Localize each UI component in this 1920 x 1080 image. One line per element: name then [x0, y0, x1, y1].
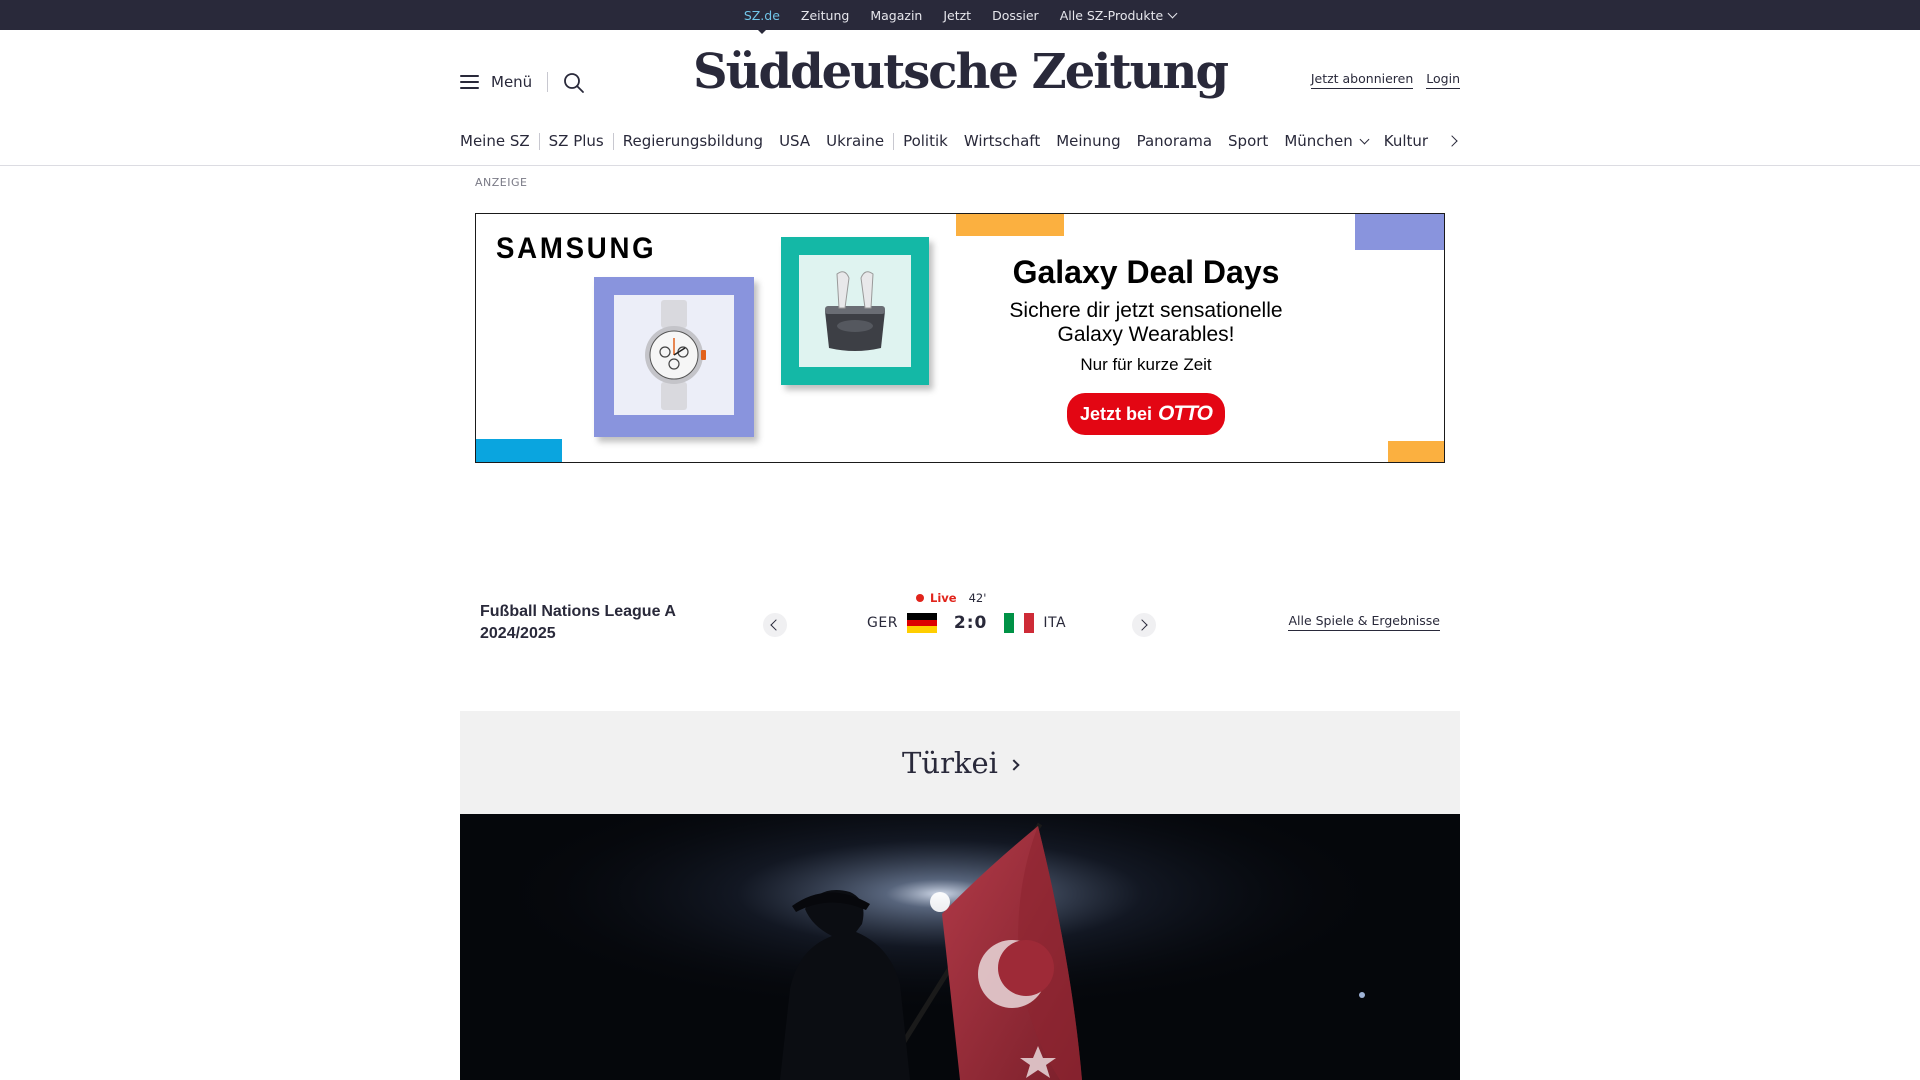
nav-item-regierungsbildung[interactable]: Regierungsbildung [623, 132, 763, 150]
hero-photo-turkish-flag-silhouette [460, 814, 1460, 1080]
product-link-label: Alle SZ-Produkte [1059, 7, 1164, 23]
nav-item-sz-plus[interactable]: SZ Plus [549, 132, 604, 150]
ad-deco-block [476, 439, 562, 462]
nav-item-kultur[interactable]: Kultur [1384, 132, 1428, 150]
league-name: Fußball Nations League A [480, 603, 676, 620]
ad-watch-frame [594, 277, 754, 437]
ad-subtitle-line: Galaxy Wearables! [1057, 323, 1235, 347]
italy-flag-icon [1004, 613, 1035, 633]
away-team: ITA [1043, 615, 1067, 631]
nav-divider [893, 132, 895, 150]
chevron-down-icon [1359, 134, 1370, 144]
ad-copy: Galaxy Deal Days Sichere dir jetzt sensa… [946, 254, 1346, 436]
nav-item-wirtschaft[interactable]: Wirtschaft [964, 132, 1040, 150]
site-header: Menü Süddeutsche Zeitung Jetzt abonniere… [460, 30, 1460, 135]
hero-image[interactable] [460, 814, 1460, 1080]
nav-item-meinung[interactable]: Meinung [1056, 132, 1120, 150]
ad-subtitle: Sichere dir jetzt sensationelle Galaxy W… [946, 299, 1346, 347]
earbuds-icon [825, 271, 885, 351]
product-bar: SZ.de Zeitung Magazin Jetzt Dossier Alle… [0, 0, 1920, 34]
samsung-ad-banner[interactable]: SAMSUNG Galaxy Deal Days Sichere dir jet… [475, 213, 1445, 463]
ad-cta-label: Jetzt bei [1080, 403, 1153, 424]
product-link-zeitung[interactable]: Zeitung [801, 8, 849, 23]
ad-title: Galaxy Deal Days [1012, 254, 1280, 290]
germany-flag-icon [906, 613, 937, 634]
nav-item-muenchen[interactable]: München [1284, 132, 1370, 150]
account-links: Jetzt abonnieren Login [1310, 71, 1460, 89]
live-indicator: Live 42' [916, 591, 986, 605]
site-logo-text: Süddeutsche Zeitung [692, 44, 1229, 100]
product-link-magazin[interactable]: Magazin [870, 8, 922, 23]
section-nav: Meine SZ SZ Plus Regierungsbildung USA U… [460, 128, 1460, 154]
product-link-alle-produkte[interactable]: Alle SZ-Produkte [1059, 7, 1178, 23]
nav-item-sport[interactable]: Sport [1228, 132, 1268, 150]
all-games-link[interactable]: Alle Spiele & Ergebnisse [1288, 613, 1440, 631]
ticker-next-chevron-right-icon[interactable] [1132, 613, 1156, 637]
ad-earbuds-frame [781, 237, 929, 385]
header-rule [0, 165, 1920, 166]
home-team: GER [867, 615, 898, 631]
login-link[interactable]: Login [1426, 71, 1460, 89]
smartwatch-icon [645, 300, 706, 410]
nav-item-politik[interactable]: Politik [903, 132, 948, 150]
ad-cta-button[interactable]: Jetzt bei OTTO [1067, 393, 1225, 436]
match-ticker: Fußball Nations League A 2024/2025 Live … [460, 585, 1460, 655]
nav-item-label: München [1284, 132, 1353, 150]
ticker-prev-chevron-left-icon[interactable] [763, 613, 787, 637]
league-title: Fußball Nations League A 2024/2025 [480, 601, 676, 645]
ad-deco-block [956, 214, 1064, 236]
nav-scroll-right-chevron-icon[interactable] [1446, 134, 1460, 148]
product-link-sz-de[interactable]: SZ.de [744, 8, 780, 34]
match-score: 2:0 [953, 613, 988, 633]
nav-item-usa[interactable]: USA [779, 132, 810, 150]
ad-deco-block [1388, 441, 1444, 462]
nav-divider [538, 132, 540, 150]
league-season: 2024/2025 [480, 625, 556, 642]
subscribe-link[interactable]: Jetzt abonnieren [1310, 71, 1414, 89]
otto-logo: OTTO [1158, 402, 1213, 426]
topic-title: Türkei [902, 745, 998, 780]
product-link-jetzt[interactable]: Jetzt [943, 8, 971, 23]
ad-subtitle-line: Sichere dir jetzt sensationelle [1009, 299, 1283, 322]
match-score-link[interactable]: GER 2:0 ITA [867, 613, 1067, 634]
nav-divider [612, 132, 614, 150]
nav-item-ukraine[interactable]: Ukraine [826, 132, 884, 150]
ad-tagline: Nur für kurze Zeit [1080, 355, 1212, 375]
ad-deco-block [1355, 214, 1444, 250]
topic-header[interactable]: Türkei [460, 711, 1460, 814]
live-dot-icon [916, 594, 924, 602]
nav-item-meine-sz[interactable]: Meine SZ [460, 132, 530, 150]
live-label: Live [930, 591, 957, 605]
chevron-right-icon [1008, 758, 1020, 771]
chevron-down-icon [1167, 8, 1178, 18]
match-minute: 42' [968, 591, 987, 605]
ad-brand-logo: SAMSUNG [496, 232, 657, 265]
nav-item-panorama[interactable]: Panorama [1137, 132, 1212, 150]
ad-label: ANZEIGE [475, 176, 528, 189]
product-link-dossier[interactable]: Dossier [992, 8, 1039, 23]
